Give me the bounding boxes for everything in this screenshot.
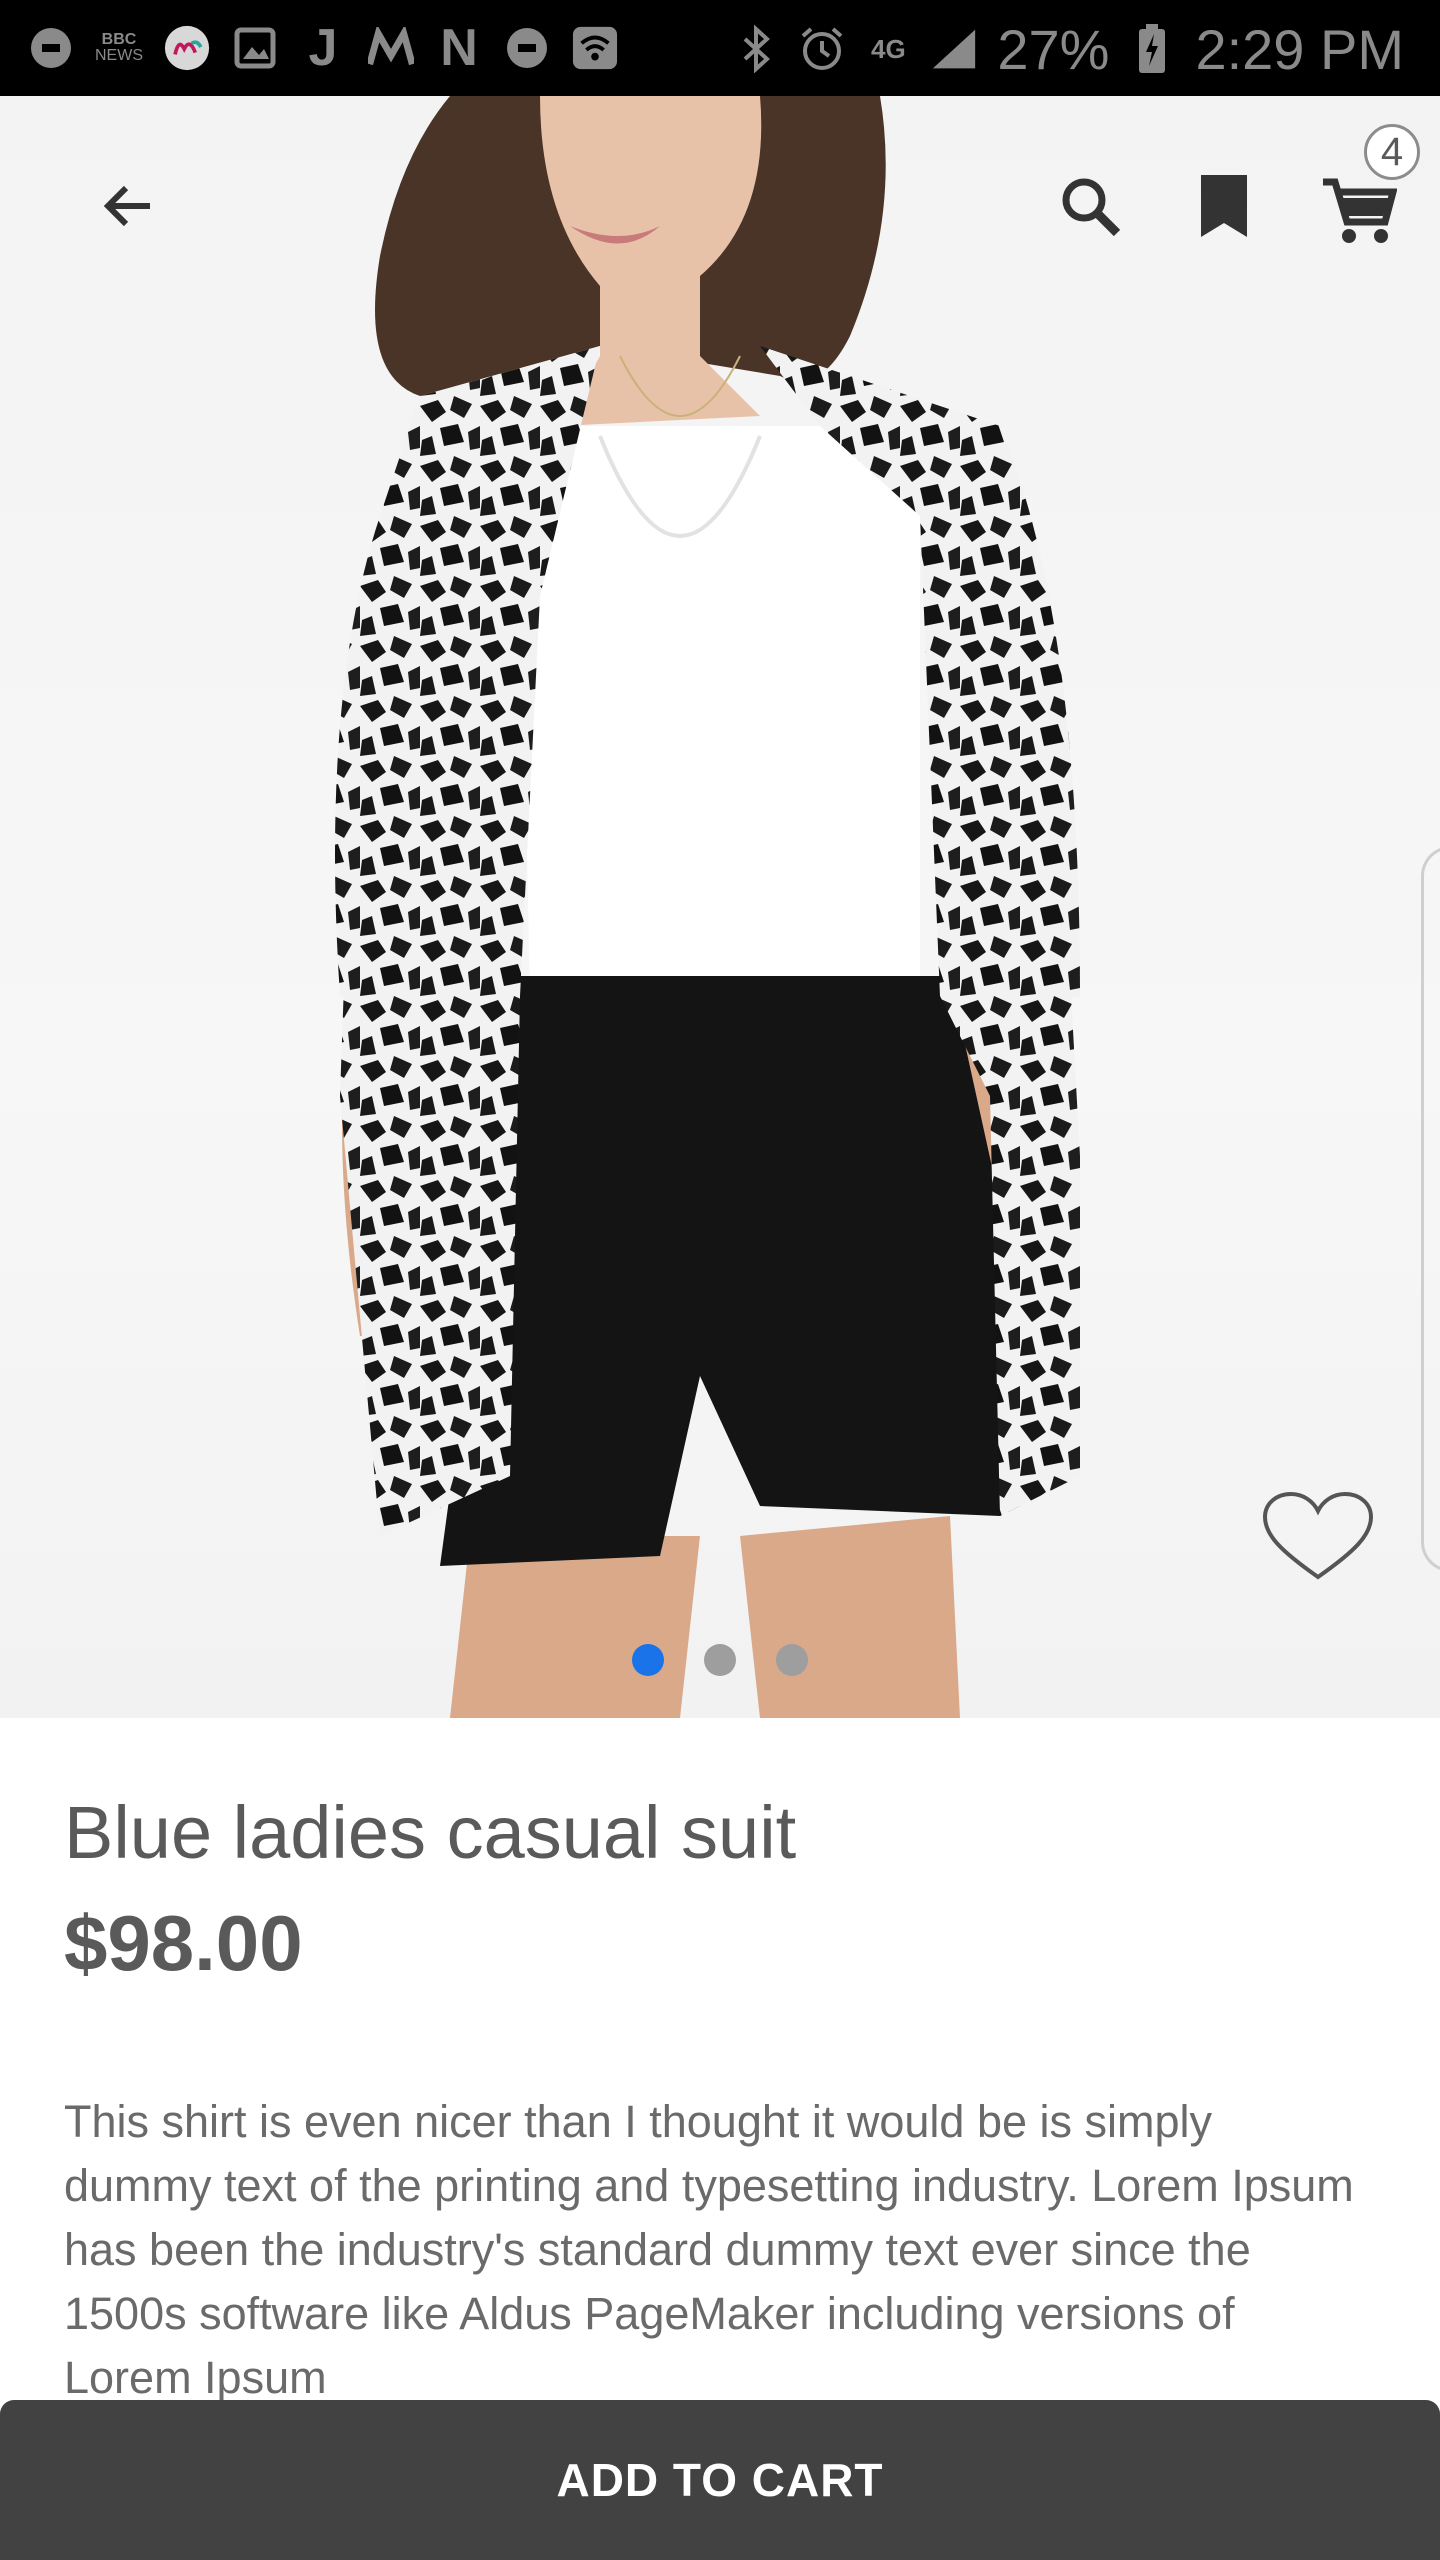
status-bar-notifications: BBC NEWS J N bbox=[28, 18, 618, 78]
heart-outline-icon[interactable] bbox=[1258, 1486, 1378, 1586]
cart-count-badge: 4 bbox=[1364, 124, 1420, 180]
alarm-icon bbox=[799, 26, 845, 72]
product-photo bbox=[335, 96, 1080, 1718]
uber-icon bbox=[28, 25, 74, 71]
gallery-icon bbox=[232, 25, 278, 71]
4g-icon: 4G bbox=[871, 33, 906, 64]
product-image-gallery[interactable]: 4 bbox=[0, 96, 1440, 1718]
mint-icon bbox=[164, 25, 210, 71]
pager-dot[interactable] bbox=[704, 1644, 736, 1676]
product-price: $98.00 bbox=[64, 1899, 303, 1987]
bbc-news-icon: BBC NEWS bbox=[95, 25, 143, 71]
product-description: This shirt is even nicer than I thought … bbox=[64, 2096, 1354, 2403]
add-to-cart-button[interactable]: ADD TO CART bbox=[0, 2400, 1440, 2560]
bbc-label: BBC bbox=[101, 31, 137, 48]
bluetooth-icon bbox=[733, 25, 779, 73]
netflix-icon: N bbox=[440, 19, 478, 77]
signal-icon bbox=[931, 26, 977, 72]
wifi-icon bbox=[572, 25, 618, 71]
arrow-back-icon[interactable] bbox=[88, 166, 168, 246]
bookmark-icon[interactable] bbox=[1184, 166, 1264, 246]
m-icon bbox=[368, 25, 414, 71]
status-bar-system: 4G 27% 2:29 PM bbox=[733, 14, 1404, 84]
battery-percent: 27% bbox=[997, 17, 1110, 81]
j-icon: J bbox=[308, 19, 338, 77]
image-pager bbox=[0, 1644, 1440, 1676]
news-label: NEWS bbox=[95, 47, 143, 64]
search-icon[interactable] bbox=[1050, 166, 1130, 246]
side-drawer-handle[interactable] bbox=[1421, 846, 1440, 1572]
clock: 2:29 PM bbox=[1195, 17, 1404, 81]
status-bar: BBC NEWS J N 4G 27% 2:29 PM bbox=[0, 0, 1440, 96]
pager-dot[interactable] bbox=[776, 1644, 808, 1676]
battery-charging-icon bbox=[1129, 24, 1175, 73]
pager-dot[interactable] bbox=[632, 1644, 664, 1676]
product-title: Blue ladies casual suit bbox=[64, 1791, 797, 1874]
uber-icon bbox=[504, 25, 550, 71]
